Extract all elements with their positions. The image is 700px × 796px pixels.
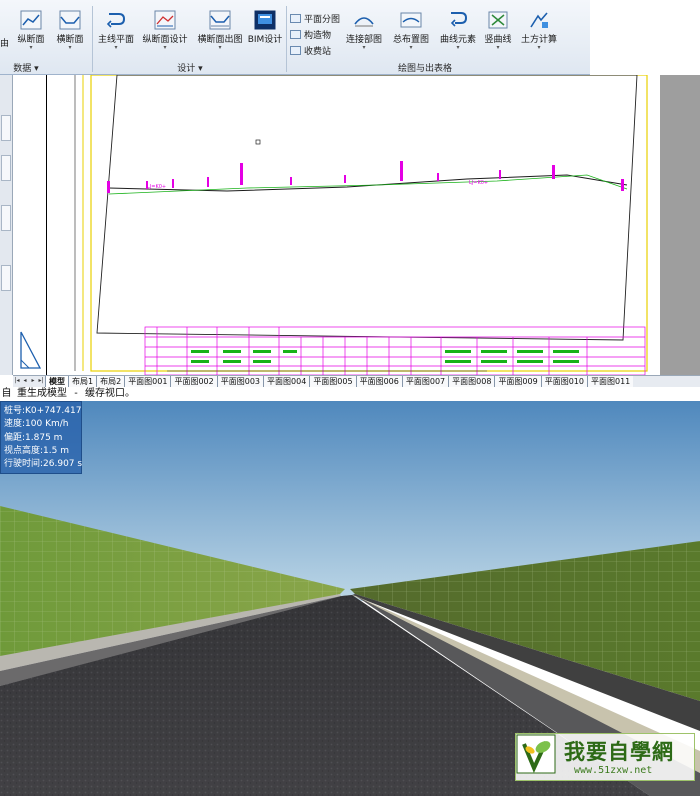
ribbon: 由 纵断面 ▾ 横断面 ▾ 主线平面 ▾ 纵断面设计 ▾ 横断面出图 ▾ BIM… [0, 0, 700, 75]
curve-icon [450, 12, 468, 27]
side-palette [0, 75, 13, 375]
dropdown-arrow-icon: ▾ [163, 44, 167, 51]
layout-tab[interactable]: 平面图001 [124, 376, 171, 387]
profile-icon [20, 10, 42, 30]
group-label-design: 设计 ▾ [177, 64, 203, 74]
profile-design-button[interactable]: 纵断面设计 ▾ [139, 10, 191, 52]
design-line [108, 174, 628, 195]
ucs-triangle-icon [20, 331, 42, 369]
profile-design-icon [154, 10, 176, 30]
dropdown-arrow-icon: ▾ [114, 44, 118, 51]
toll-station-label: 收费站 [304, 47, 332, 57]
bim-design-label: BIM设计 [247, 35, 283, 45]
drive-simulation-viewer[interactable]: 桩号:K0+747.417 速度:100 Km/h 偏距:1.875 m 视点高… [0, 401, 700, 796]
drawing-frame [90, 74, 648, 372]
svg-text:LJ=K0+: LJ=K0+ [469, 180, 488, 186]
dropdown-arrow-icon: ▾ [68, 44, 72, 51]
group-label-drawing: 绘图与出表格 [397, 64, 452, 74]
layout-icon [400, 12, 422, 28]
drive-time-readout: 行驶时间:26.907 s [4, 459, 83, 470]
earthwork-button[interactable]: 土方计算 ▾ [513, 10, 565, 52]
plan-outline [96, 74, 638, 341]
cross-section-button[interactable]: 横断面 ▾ [44, 10, 96, 52]
leaf-logo-icon [516, 734, 556, 774]
bim-icon [254, 10, 276, 30]
plan-drawing: LJ=K0+ LJ=K0+ [74, 74, 648, 376]
main-plane-button[interactable]: 主线平面 ▾ [90, 10, 142, 52]
plane-split-icon [290, 14, 301, 23]
speed-readout: 速度:100 Km/h [4, 419, 69, 430]
app-window: 由 纵断面 ▾ 横断面 ▾ 主线平面 ▾ 纵断面设计 ▾ 横断面出图 ▾ BIM… [0, 0, 700, 796]
layout-tab[interactable]: 平面图004 [263, 376, 310, 387]
cross-section-icon [59, 10, 81, 30]
layout-tab[interactable]: 平面图008 [448, 376, 495, 387]
layout-tab[interactable]: 平面图010 [540, 376, 587, 387]
structure-label: 构造物 [304, 31, 332, 41]
offset-readout: 偏距:1.875 m [4, 432, 63, 443]
layout-tab[interactable]: 平面图003 [216, 376, 264, 387]
command-line-lead: 自 [0, 387, 13, 401]
vertical-curve-icon [488, 11, 508, 29]
layout-tab[interactable]: 平面图005 [309, 376, 356, 387]
structure-button[interactable]: 构造物 [290, 28, 331, 42]
layout-tab[interactable]: 平面图002 [170, 376, 217, 387]
structure-icon [290, 30, 301, 39]
side-palette-tab[interactable] [1, 155, 11, 181]
ribbon-empty-area [590, 0, 700, 75]
eye-height-readout: 视点高度:1.5 m [4, 445, 69, 456]
watermark: 我要自學網 www.51zxw.net [515, 733, 695, 781]
layout-tab[interactable]: 平面图009 [494, 376, 541, 387]
dropdown-arrow-icon: ▾ [362, 44, 366, 51]
group-label-data: 数据 ▾ [13, 64, 39, 74]
toll-station-button[interactable]: 收费站 [290, 44, 331, 58]
layout-tab-bar: |◂ ◂ ▸ ▸| 模型 布局1 布局2 平面图001 平面图002 平面图003 平面图004 平面… [13, 375, 700, 387]
dropdown-arrow-icon: ▾ [409, 44, 413, 51]
station-marks: LJ=K0+ LJ=K0+ [107, 161, 624, 193]
last-tab-icon[interactable]: ▸| [37, 376, 45, 386]
dropdown-arrow-icon: ▾ [537, 44, 541, 51]
layout-tab[interactable]: 布局1 [68, 376, 97, 387]
drawing-background [660, 75, 700, 375]
general-layout-button[interactable]: 总布置图 ▾ [385, 10, 437, 52]
layout-tab[interactable]: 布局2 [96, 376, 125, 387]
plane-split-button[interactable]: 平面分图 [290, 12, 340, 26]
plane-split-label: 平面分图 [304, 15, 341, 25]
earthwork-icon [530, 12, 548, 28]
command-line[interactable]: 重生成模型 - 缓存视口。 [13, 387, 700, 401]
layout-tab[interactable]: 平面图011 [587, 376, 634, 387]
group-separator [286, 6, 287, 72]
prev-tab-icon[interactable]: ◂ [21, 376, 29, 386]
side-palette-tab[interactable] [1, 265, 11, 291]
layout-tab[interactable]: 平面图006 [355, 376, 402, 387]
connection-drawing-button[interactable]: 连接部图 ▾ [338, 10, 390, 52]
svg-text:LJ=K0+: LJ=K0+ [147, 184, 166, 190]
cross-section-drawing-icon [209, 10, 231, 30]
layout-tab[interactable]: 模型 [45, 376, 68, 387]
station-readout: 桩号:K0+747.417 [4, 406, 82, 416]
drive-info-panel: 桩号:K0+747.417 速度:100 Km/h 偏距:1.875 m 视点高… [0, 401, 82, 474]
toll-station-icon [290, 46, 301, 55]
main-plane-icon [106, 13, 126, 28]
watermark-title: 我要自學網 [564, 739, 674, 764]
layout-tab[interactable]: 平面图007 [401, 376, 449, 387]
side-palette-tab[interactable] [1, 205, 11, 231]
watermark-url: www.51zxw.net [574, 765, 653, 776]
next-tab-icon[interactable]: ▸ [29, 376, 37, 386]
first-tab-icon[interactable]: |◂ [13, 376, 21, 386]
bim-design-button[interactable]: BIM设计 [239, 10, 291, 52]
side-palette-tab[interactable] [1, 115, 11, 141]
drawing-canvas[interactable]: LJ=K0+ LJ=K0+ [46, 74, 660, 376]
connection-icon [354, 17, 374, 27]
drawing-margin [13, 75, 46, 375]
